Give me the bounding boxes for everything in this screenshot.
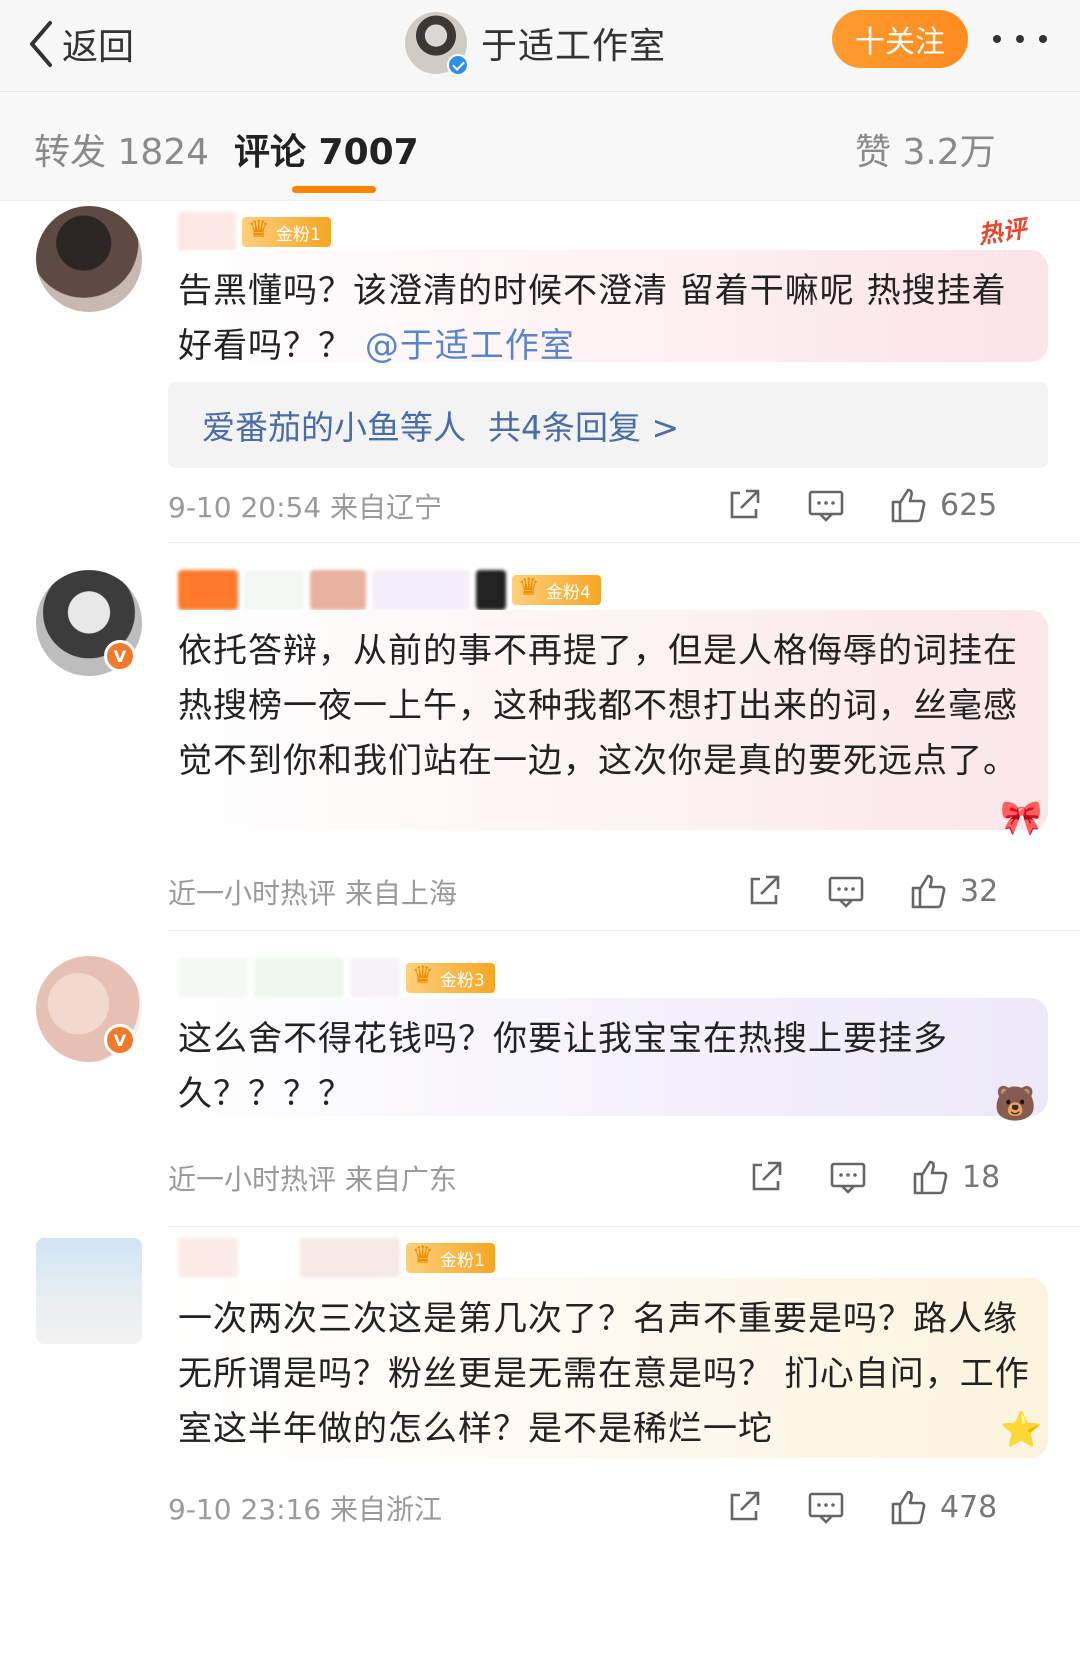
like-icon <box>891 488 926 523</box>
username-row[interactable]: 金粉1 <box>178 210 331 254</box>
account-avatar[interactable] <box>405 12 469 76</box>
comment-meta: 近一小时热评 来自广东 <box>168 1163 457 1196</box>
like-count: 478 <box>940 1489 998 1525</box>
replies-link[interactable]: 爱番茄的小鱼等人 共4条回复 > <box>168 382 1048 468</box>
divider <box>168 930 1080 931</box>
comment-icon <box>830 1162 866 1194</box>
like-count: 18 <box>962 1159 1001 1195</box>
like-icon <box>891 1490 926 1525</box>
share-icon <box>730 489 760 519</box>
comment-icon <box>808 490 844 522</box>
tab-likes[interactable]: 赞 3.2万 <box>855 123 996 175</box>
fan-level-badge: 金粉4 <box>512 573 601 605</box>
like-icon <box>913 1160 948 1195</box>
share-button[interactable] <box>724 1487 764 1527</box>
mention-link[interactable]: @于适工作室 <box>365 326 575 366</box>
comment-actions: 18 <box>746 1152 1000 1202</box>
decoration-sticker: 🎀 <box>1000 798 1043 838</box>
fan-level-badge: 金粉1 <box>406 1241 495 1273</box>
like-count: 625 <box>940 487 998 523</box>
tab-comments[interactable]: 评论 7007 <box>234 123 419 175</box>
share-button[interactable] <box>724 485 764 525</box>
comment-icon <box>808 1492 844 1524</box>
share-button[interactable] <box>744 871 784 911</box>
verified-icon <box>447 54 469 76</box>
follow-button[interactable]: 十关注 <box>832 10 968 68</box>
comment-meta: 近一小时热评 来自上海 <box>168 877 457 910</box>
top-bar: 返回 于适工作室 十关注 <box>0 0 1080 92</box>
hot-comment-tag: 热评 <box>976 214 1029 250</box>
back-chevron-icon <box>30 21 52 67</box>
comment-actions: 478 <box>724 1482 997 1532</box>
share-icon <box>752 1161 782 1191</box>
like-icon <box>911 874 946 909</box>
more-dots-icon[interactable] <box>985 14 1055 64</box>
comment-text: 这么舍不得花钱吗？你要让我宝宝在热搜上要挂多久？？？？ <box>168 998 1048 1116</box>
comment-button[interactable] <box>806 1487 846 1527</box>
verified-icon: V <box>104 640 136 672</box>
comment-button[interactable] <box>826 871 866 911</box>
like-button[interactable]: 18 <box>910 1157 1000 1197</box>
username-row[interactable]: 金粉3 <box>178 956 495 1000</box>
comment-button[interactable] <box>806 485 846 525</box>
comment-meta: 9-10 23:16 来自浙江 <box>168 1493 443 1526</box>
active-tab-indicator <box>292 186 376 193</box>
page-title-group[interactable]: 于适工作室 <box>405 8 666 78</box>
tab-bar: 转发 1824 评论 7007 赞 3.2万 <box>0 93 1080 201</box>
reply-count: 共4条回复 > <box>488 408 680 447</box>
comment-text: 告黑懂吗？该澄清的时候不澄清 留着干嘛呢 热搜挂着好看吗？？ @于适工作室 <box>168 250 1048 366</box>
tab-reposts[interactable]: 转发 1824 <box>34 123 209 175</box>
fan-level-badge: 金粉1 <box>242 215 331 247</box>
divider <box>168 1226 1080 1227</box>
like-button[interactable]: 625 <box>888 485 997 525</box>
share-icon <box>730 1491 760 1521</box>
avatar[interactable] <box>36 206 142 312</box>
back-button[interactable]: 返回 <box>26 14 134 74</box>
comment-text: 一次两次三次这是第几次了？名声不重要是吗？路人缘无所谓是吗？粉丝更是无需在意是吗… <box>168 1278 1048 1458</box>
divider <box>168 542 1080 543</box>
share-button[interactable] <box>746 1157 786 1197</box>
reply-names: 爱番茄的小鱼等人 <box>202 408 466 447</box>
comment-meta: 9-10 20:54 来自辽宁 <box>168 491 443 524</box>
comment-icon <box>828 876 864 908</box>
comment-actions: 32 <box>744 866 998 916</box>
back-label: 返回 <box>62 27 135 68</box>
page-title: 于适工作室 <box>481 26 667 67</box>
fan-level-badge: 金粉3 <box>406 961 495 993</box>
comment-text: 依托答辩，从前的事不再提了，但是人格侮辱的词挂在热搜榜一夜一上午，这种我都不想打… <box>168 610 1048 830</box>
verified-icon: V <box>104 1024 136 1056</box>
decoration-sticker: ⭐ <box>1000 1410 1043 1450</box>
avatar[interactable] <box>36 1238 142 1344</box>
share-icon <box>750 875 780 905</box>
username-row[interactable]: 金粉1 <box>178 1236 495 1280</box>
comment-actions: 625 <box>724 480 997 530</box>
like-button[interactable]: 32 <box>908 871 998 911</box>
decoration-sticker: 🐻 <box>994 1084 1037 1124</box>
like-button[interactable]: 478 <box>888 1487 997 1527</box>
like-count: 32 <box>960 873 999 909</box>
comment-button[interactable] <box>828 1157 868 1197</box>
username-row[interactable]: 金粉4 <box>178 568 601 612</box>
